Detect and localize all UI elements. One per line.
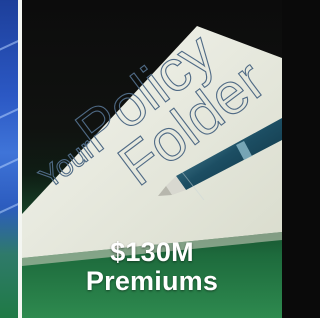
premiums-tile[interactable]: Your Policy Folder $130M Premiums bbox=[22, 0, 282, 318]
premiums-label: Premiums bbox=[85, 266, 219, 296]
adjacent-tile-edge bbox=[0, 0, 18, 318]
premiums-caption: $130M Premiums bbox=[22, 238, 282, 296]
premiums-amount: $130M bbox=[110, 237, 194, 267]
